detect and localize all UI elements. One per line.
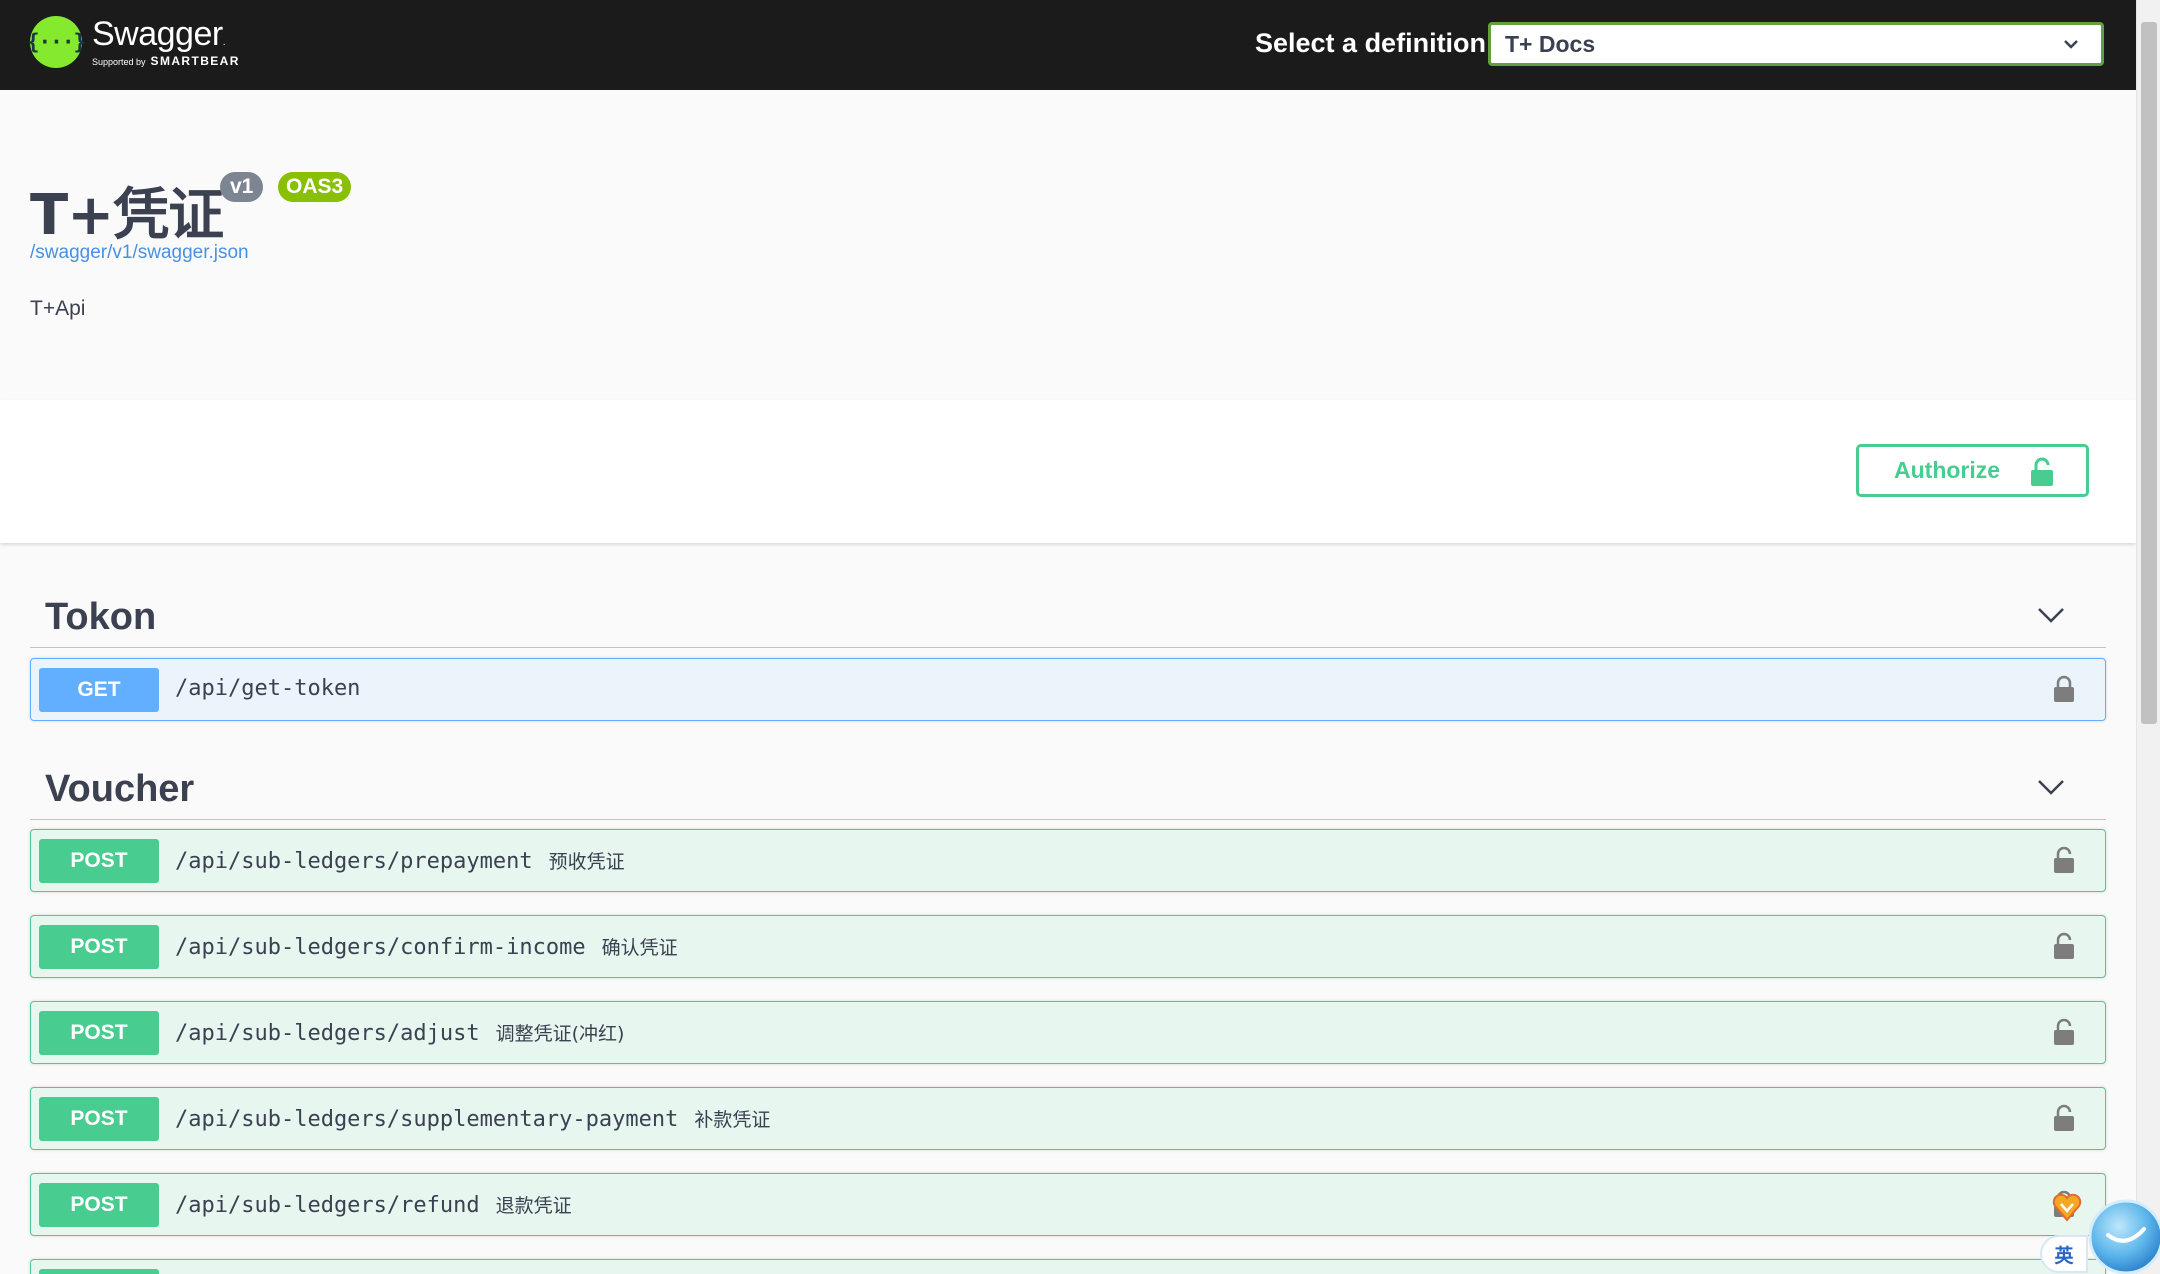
method-badge: POST <box>39 1097 159 1141</box>
operation-path: /api/sub-ledgers/refund 退款凭证 <box>175 1191 572 1218</box>
operation-path-text: /api/get-token <box>175 676 361 701</box>
operation-post-supplementary-payment[interactable]: POST /api/sub-ledgers/supplementary-paym… <box>30 1087 2106 1150</box>
swagger-logo[interactable]: {···} Swagger. Supported by SMARTBEAR <box>27 16 240 68</box>
operation-summary: 调整凭证(冲红) <box>495 1023 625 1045</box>
logo-name: Swagger. <box>92 17 240 51</box>
page-title: T+凭证 <box>30 183 224 248</box>
operation-summary: 补款凭证 <box>694 1109 771 1131</box>
lock-icon[interactable] <box>2053 675 2075 703</box>
version-badge: v1 <box>220 172 264 202</box>
tag-name: Tokon <box>45 596 157 638</box>
topbar: {···} Swagger. Supported by SMARTBEAR Se… <box>0 0 2136 90</box>
swagger-logo-icon: {···} <box>27 16 86 68</box>
method-badge: POST <box>39 839 159 883</box>
chevron-down-icon <box>2064 40 2078 49</box>
operation-summary: 确认凭证 <box>601 937 678 959</box>
operation-path: /api/sub-ledgers/prepayment 预收凭证 <box>175 847 625 874</box>
spec-json-link[interactable]: /swagger/v1/swagger.json <box>30 242 249 264</box>
operation-path-text: /api/sub-ledgers/prepayment <box>175 849 533 874</box>
unlock-icon[interactable] <box>2053 932 2075 960</box>
operation-get-token[interactable]: GET /api/get-token <box>30 658 2106 721</box>
method-badge: POST <box>39 1183 159 1227</box>
ime-icon: 英 <box>2054 1244 2074 1267</box>
unlock-icon <box>2031 457 2053 486</box>
operation-path-text: /api/sub-ledgers/confirm-income <box>175 935 586 960</box>
logo-name-text: Swagger <box>92 15 223 53</box>
api-description: T+Api <box>30 297 86 320</box>
tag-header-tokon[interactable]: Tokon <box>30 582 2106 648</box>
method-badge <box>39 1269 159 1274</box>
operation-path: /api/sub-ledgers/adjust 调整凭证(冲红) <box>175 1019 624 1046</box>
scrollbar-thumb[interactable] <box>2141 22 2157 724</box>
method-badge: POST <box>39 1011 159 1055</box>
operation-post-refund[interactable]: POST /api/sub-ledgers/refund 退款凭证 <box>30 1173 2106 1236</box>
logo-text: Swagger. Supported by SMARTBEAR <box>92 17 240 67</box>
ime-indicator[interactable]: 英 <box>2040 1235 2088 1273</box>
operation-post-prepayment[interactable]: POST /api/sub-ledgers/prepayment 预收凭证 <box>30 829 2106 892</box>
heart-badge-icon[interactable] <box>2052 1186 2082 1224</box>
operation-post-confirm-income[interactable]: POST /api/sub-ledgers/confirm-income 确认凭证 <box>30 915 2106 978</box>
operation-path-text: /api/sub-ledgers/refund <box>175 1193 480 1218</box>
operation-path: /api/sub-ledgers/supplementary-payment 补款… <box>175 1105 770 1132</box>
logo-supported-text: Supported by <box>92 57 146 67</box>
method-badge: POST <box>39 925 159 969</box>
unlock-icon[interactable] <box>2053 1104 2075 1132</box>
logo-trademark: . <box>222 37 226 48</box>
operation-path-text: /api/sub-ledgers/adjust <box>175 1021 480 1046</box>
authorize-button[interactable]: Authorize <box>1856 444 2089 497</box>
unlock-icon[interactable] <box>2053 846 2075 874</box>
chevron-down-icon[interactable] <box>2036 600 2066 630</box>
logo-brand-text: SMARTBEAR <box>150 54 240 68</box>
operation-post-partial[interactable] <box>30 1259 2106 1274</box>
tag-name: Voucher <box>45 768 195 810</box>
operation-path: /api/get-token <box>175 676 360 701</box>
operation-summary: 预收凭证 <box>548 851 625 873</box>
definition-select[interactable]: T+ Docs <box>1488 22 2104 66</box>
oas-badge: OAS3 <box>278 172 352 202</box>
assistant-bubble-icon[interactable] <box>2086 1197 2160 1274</box>
operation-post-adjust[interactable]: POST /api/sub-ledgers/adjust 调整凭证(冲红) <box>30 1001 2106 1064</box>
scheme-container: Authorize <box>0 400 2136 543</box>
tag-header-voucher[interactable]: Voucher <box>30 754 2106 820</box>
operation-summary: 退款凭证 <box>495 1195 572 1217</box>
operation-path-text: /api/sub-ledgers/supplementary-payment <box>175 1107 679 1132</box>
definition-label: Select a definition <box>1255 28 1487 58</box>
definition-select-value: T+ Docs <box>1505 30 1596 57</box>
info-section: T+凭证 v1 OAS3 /swagger/v1/swagger.json T+… <box>0 90 2136 400</box>
chevron-down-icon[interactable] <box>2036 772 2066 802</box>
method-badge: GET <box>39 668 159 712</box>
page-scrollbar[interactable] <box>2136 0 2160 1274</box>
unlock-icon[interactable] <box>2053 1018 2075 1046</box>
operation-path: /api/sub-ledgers/confirm-income 确认凭证 <box>175 933 678 960</box>
logo-supported-by: Supported by SMARTBEAR <box>92 55 240 67</box>
authorize-label: Authorize <box>1894 457 2001 483</box>
